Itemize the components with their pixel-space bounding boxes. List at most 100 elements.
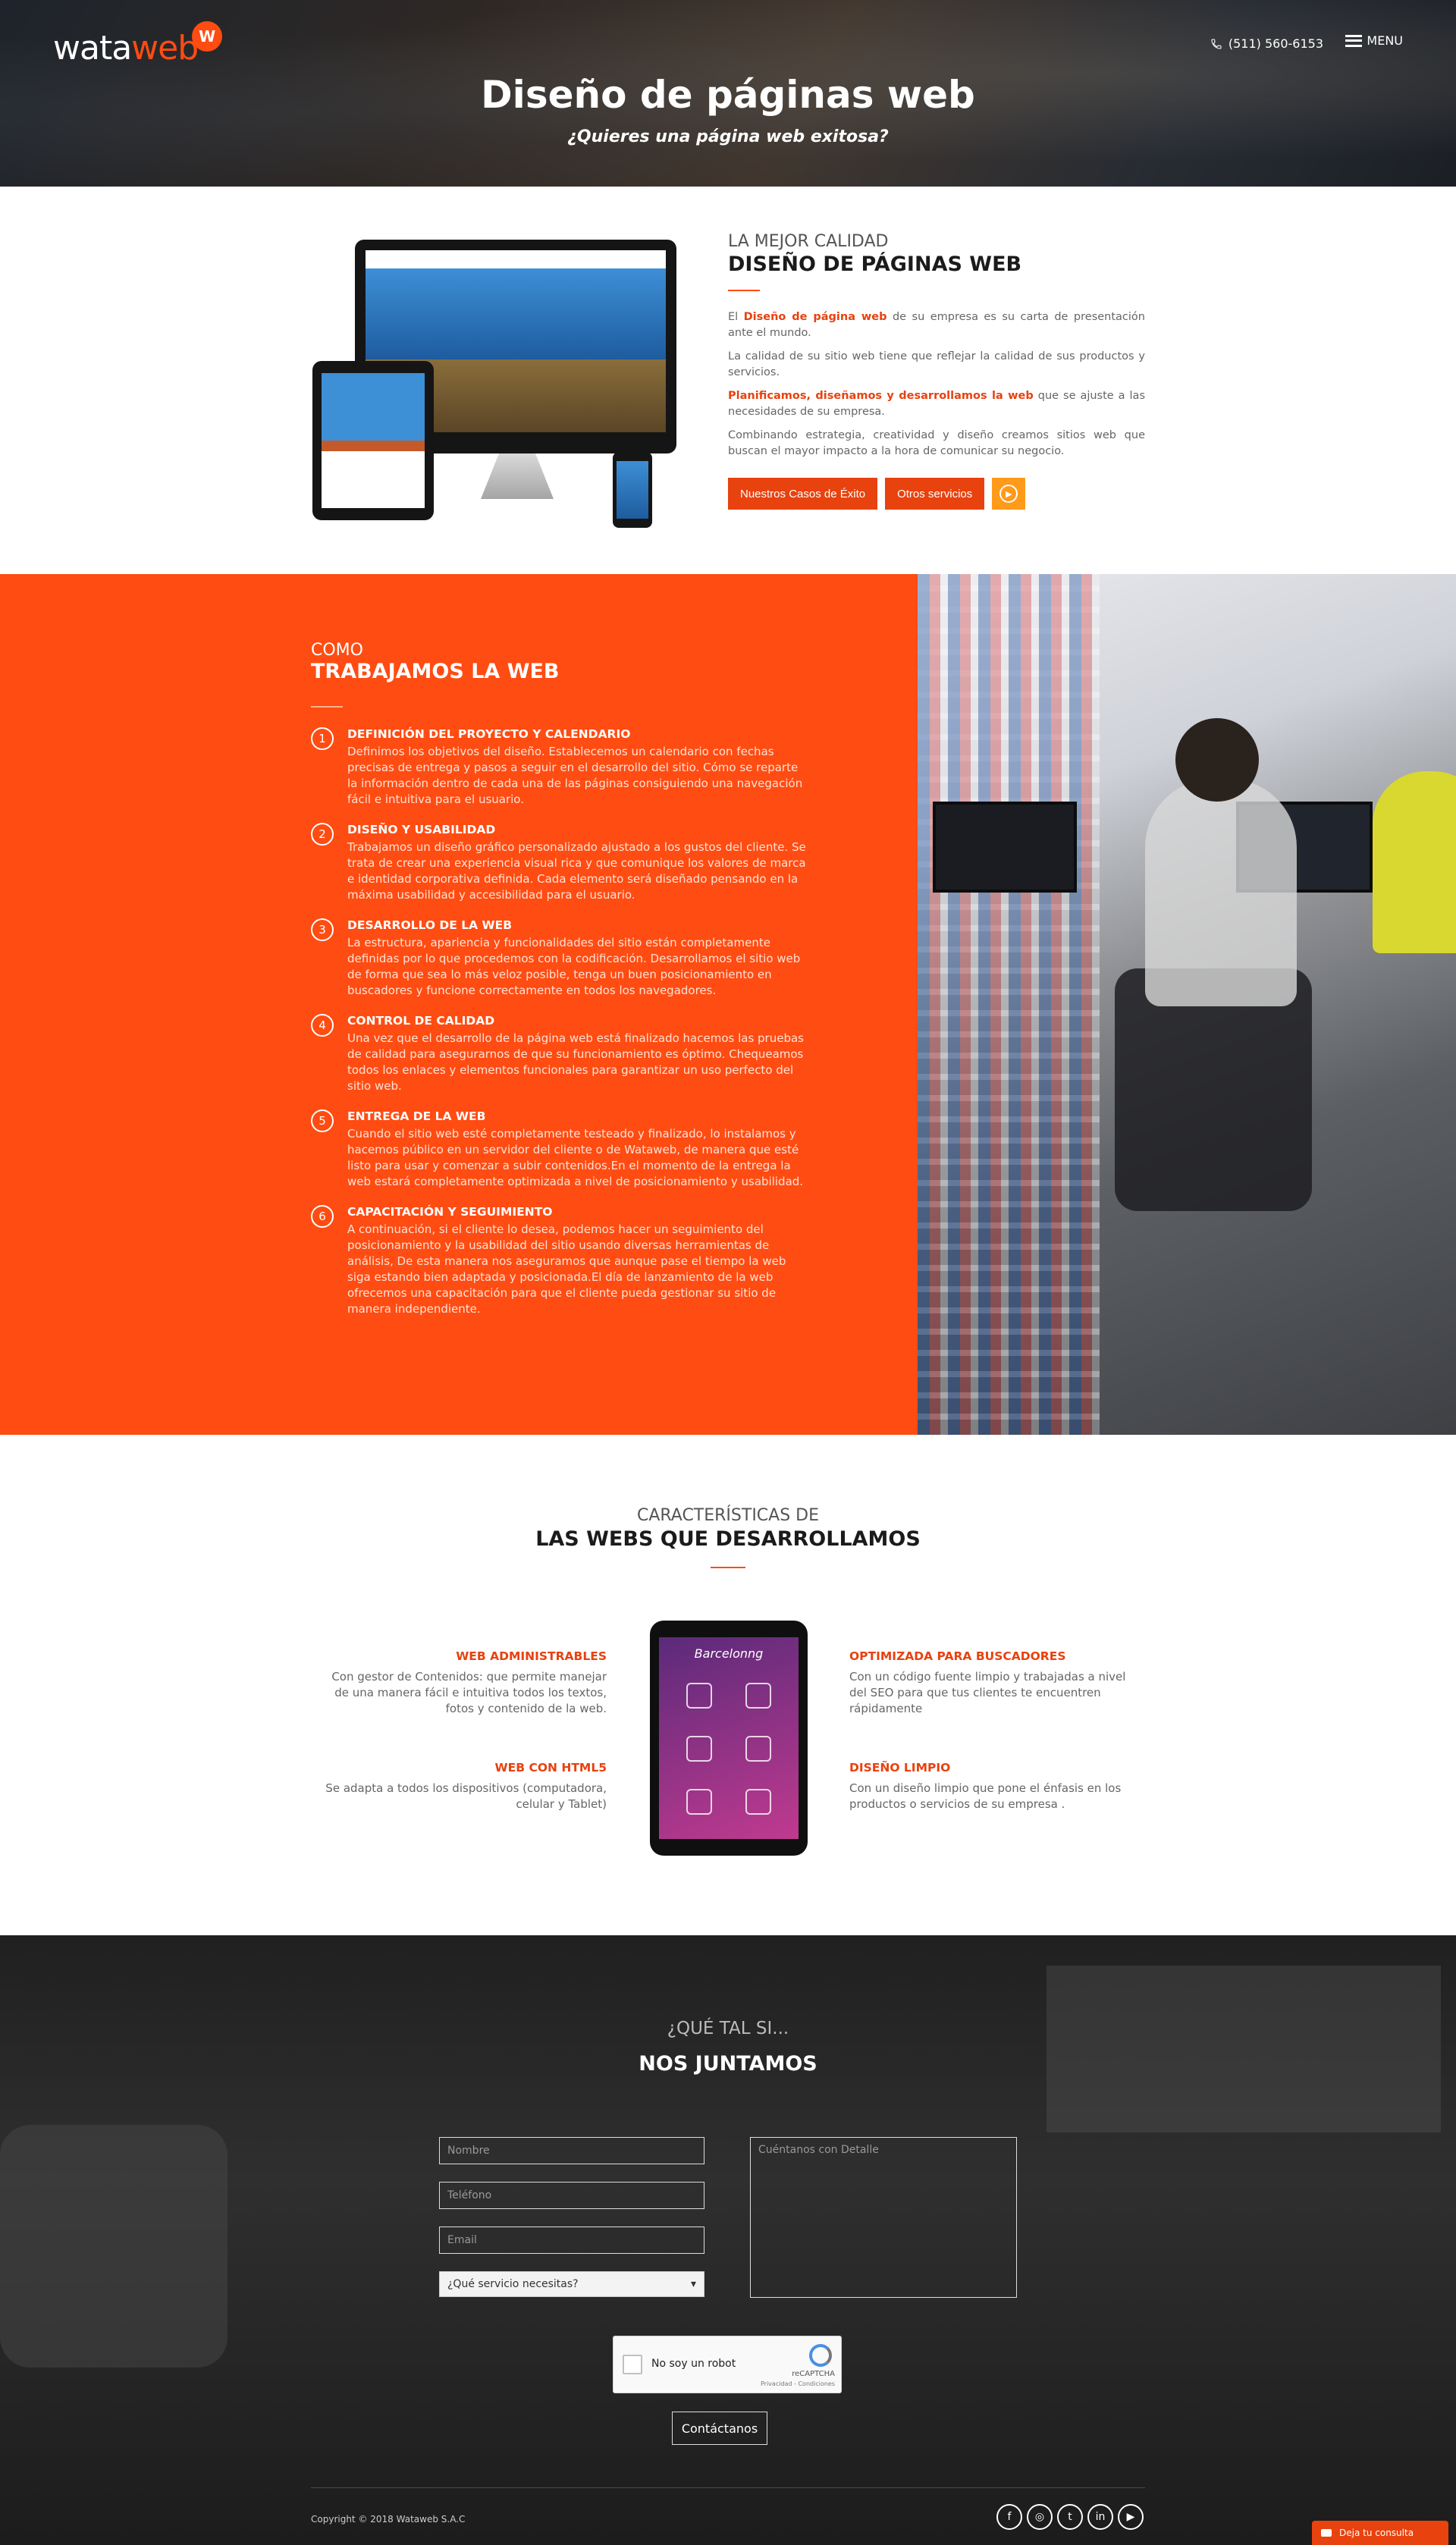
monitor-left <box>933 802 1077 893</box>
contact-eyebrow: ¿QUÉ TAL SI... <box>667 2019 789 2038</box>
step-number-icon: 5 <box>311 1109 334 1132</box>
step-text: La estructura, apariencia y funcionalida… <box>347 936 801 997</box>
instagram-icon[interactable]: ◎ <box>1027 2504 1053 2530</box>
process-divider <box>311 706 343 708</box>
step-text: Cuando el sitio web esté completamente t… <box>347 1127 804 1188</box>
recaptcha-widget: No soy un robot reCAPTCHA Privacidad - C… <box>613 2336 842 2393</box>
logo-text: wataweb <box>53 29 199 67</box>
step-text: A continuación, si el cliente lo desea, … <box>347 1222 786 1316</box>
step-number-icon: 4 <box>311 1014 334 1037</box>
wataweb-logo[interactable]: wataweb W <box>53 21 223 67</box>
email-field[interactable] <box>439 2226 704 2254</box>
app-icon <box>686 1736 712 1762</box>
youtube-icon[interactable]: ▶ <box>1118 2504 1144 2530</box>
step-title: DISEÑO Y USABILIDAD <box>347 823 496 836</box>
features-divider <box>711 1567 745 1568</box>
feature-item: WEB ADMINISTRABLES Con gestor de Conteni… <box>318 1649 607 1717</box>
tablet-mockup <box>312 361 434 520</box>
tablet-icon-grid <box>670 1683 788 1815</box>
developer-person <box>1145 779 1297 1006</box>
process-step: 4 CONTROL DE CALIDAD Una vez que el desar… <box>311 1014 811 1094</box>
logo-mark-icon: W <box>192 21 223 52</box>
page-subtitle: ¿Quieres una página web exitosa? <box>567 127 889 146</box>
step-title: DEFINICIÓN DEL PROYECTO Y CALENDARIO <box>347 727 631 741</box>
intro-eyebrow: LA MEJOR CALIDAD <box>728 232 889 251</box>
recaptcha-privacy-link[interactable]: Privacidad - Condiciones <box>761 2380 835 2387</box>
phone-icon <box>1211 38 1222 49</box>
recaptcha-brand: reCAPTCHA <box>792 2370 835 2378</box>
app-icon <box>686 1789 712 1815</box>
footer-divider <box>311 2487 1145 2488</box>
phone-mockup <box>613 452 652 528</box>
tablet-brand: Barcelonng <box>694 1646 764 1661</box>
intro-divider <box>728 290 760 291</box>
step-number-icon: 3 <box>311 918 334 941</box>
highlight-link[interactable]: Planificamos, diseñamos y desarrollamos … <box>728 390 1034 402</box>
social-links: f ◎ t in ▶ <box>996 2504 1144 2530</box>
contact-heading: NOS JUNTAMOS <box>639 2052 817 2076</box>
process-step: 6 CAPACITACIÓN Y SEGUIMIENTO A continuaci… <box>311 1205 811 1317</box>
feature-text: Con un código fuente limpio y trabajadas… <box>849 1670 1126 1715</box>
play-icon: ▶ <box>999 485 1018 503</box>
app-icon <box>745 1736 771 1762</box>
step-title: ENTREGA DE LA WEB <box>347 1109 486 1123</box>
menu-button[interactable]: MENU <box>1345 33 1403 48</box>
feature-text: Con un diseño limpio que pone el énfasis… <box>849 1781 1122 1811</box>
message-field[interactable] <box>750 2137 1017 2298</box>
intro-text: LA MEJOR CALIDAD DISEÑO DE PÁGINAS WEB E… <box>728 232 1145 510</box>
intro-heading: DISEÑO DE PÁGINAS WEB <box>728 253 1022 276</box>
play-video-button[interactable]: ▶ <box>992 478 1026 510</box>
success-cases-button[interactable]: Nuestros Casos de Éxito <box>728 478 878 510</box>
step-title: CAPACITACIÓN Y SEGUIMIENTO <box>347 1205 553 1219</box>
feature-title: DISEÑO LIMPIO <box>849 1761 951 1775</box>
step-text: Trabajamos un diseño gráfico personaliza… <box>347 840 806 902</box>
feature-item: WEB CON HTML5 Se adapta a todos los disp… <box>318 1761 607 1812</box>
intro-paragraph-2: La calidad de su sitio web tiene que ref… <box>728 350 1145 378</box>
facebook-icon[interactable]: f <box>996 2504 1022 2530</box>
sticker-wall <box>918 574 1100 1435</box>
responsive-devices-image <box>312 240 676 528</box>
intro-buttons: Nuestros Casos de Éxito Otros servicios … <box>728 478 1145 510</box>
step-number-icon: 1 <box>311 727 334 750</box>
phone-number: (511) 560-6153 <box>1228 36 1323 51</box>
step-text: Una vez que el desarrollo de la página w… <box>347 1031 804 1093</box>
feature-title: WEB ADMINISTRABLES <box>456 1649 607 1663</box>
chat-label: Deja tu consulta <box>1339 2528 1414 2538</box>
intro-paragraph-3: Planificamos, diseñamos y desarrollamos … <box>728 390 1145 418</box>
office-photo <box>918 574 1456 1435</box>
recaptcha-icon <box>809 2344 832 2367</box>
feature-text: Se adapta a todos los dispositivos (comp… <box>325 1781 607 1811</box>
tablet-showcase-image: Barcelonng <box>650 1621 808 1856</box>
recaptcha-checkbox[interactable] <box>623 2355 642 2374</box>
service-select[interactable]: ¿Qué servicio necesitas? ▾ <box>439 2271 704 2297</box>
other-services-button[interactable]: Otros servicios <box>885 478 985 510</box>
feature-title: WEB CON HTML5 <box>494 1761 607 1775</box>
process-section: COMO TRABAJAMOS LA WEB 1 DEFINICIÓN DEL … <box>0 574 1456 1435</box>
linkedin-icon[interactable]: in <box>1087 2504 1113 2530</box>
feature-item: OPTIMIZADA PARA BUSCADORES Con un código… <box>849 1649 1138 1717</box>
feature-item: DISEÑO LIMPIO Con un diseño limpio que p… <box>849 1761 1138 1812</box>
intro-paragraph-1: El Diseño de página web de su empresa es… <box>728 311 1145 339</box>
feature-text: Con gestor de Contenidos: que permite ma… <box>331 1670 607 1715</box>
hero-header: wataweb W (511) 560-6153 MENU Diseño de … <box>0 0 1456 187</box>
app-icon <box>686 1683 712 1709</box>
step-text: Definimos los objetivos del diseño. Esta… <box>347 745 803 806</box>
step-number-icon: 2 <box>311 823 334 846</box>
feature-title: OPTIMIZADA PARA BUSCADORES <box>849 1649 1066 1663</box>
chat-consult-tab[interactable]: Deja tu consulta <box>1312 2521 1448 2545</box>
phone-field[interactable] <box>439 2182 704 2209</box>
contact-submit-button[interactable]: Contáctanos <box>672 2412 767 2445</box>
process-content: COMO TRABAJAMOS LA WEB 1 DEFINICIÓN DEL … <box>311 641 811 1332</box>
features-heading: LAS WEBS QUE DESARROLLAMOS <box>535 1527 921 1551</box>
hamburger-icon <box>1345 34 1363 47</box>
name-field[interactable] <box>439 2137 704 2164</box>
developer-head <box>1175 718 1259 802</box>
twitter-icon[interactable]: t <box>1057 2504 1083 2530</box>
step-title: CONTROL DE CALIDAD <box>347 1014 495 1028</box>
select-arrow-icon: ▾ <box>690 2278 696 2290</box>
highlight-link[interactable]: Diseño de página web <box>744 311 887 323</box>
process-step: 3 DESARROLLO DE LA WEB La estructura, apa… <box>311 918 811 999</box>
process-step: 2 DISEÑO Y USABILIDAD Trabajamos un diseñ… <box>311 823 811 903</box>
header-phone[interactable]: (511) 560-6153 <box>1210 36 1323 51</box>
step-title: DESARROLLO DE LA WEB <box>347 918 513 932</box>
